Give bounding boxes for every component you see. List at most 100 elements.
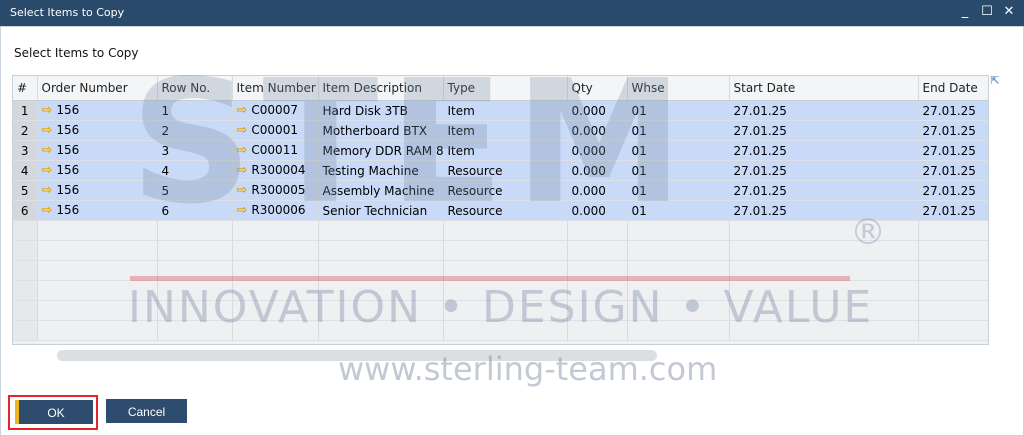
cell-item-description[interactable]: Motherboard BTX [318,120,444,141]
link-arrow-icon[interactable]: ⇨ [42,123,53,138]
empty-cell[interactable] [567,300,628,321]
cell-order-number[interactable]: ⇨ 156 [37,180,158,201]
maximize-icon[interactable]: ☐ [978,3,996,21]
cell-start-date[interactable]: 27.01.25 [729,160,919,181]
empty-cell[interactable] [318,320,444,341]
empty-cell[interactable] [627,220,730,241]
table-row[interactable]: 1 ⇨ 156 1 ⇨ C00007 Hard Disk 3TB Item 0.000 01 27.… [13,100,988,121]
empty-cell[interactable] [443,280,568,301]
empty-cell[interactable] [567,260,628,281]
column-header-item-description[interactable]: Item Description [318,76,444,101]
empty-cell[interactable] [443,220,568,241]
cell-start-date[interactable]: 27.01.25 [729,100,919,121]
cell-type[interactable]: Resource [443,180,568,201]
empty-cell[interactable] [918,260,988,281]
cell-item-description[interactable]: Memory DDR RAM 8G [318,140,444,161]
column-header-whse[interactable]: Whse [627,76,730,101]
cell-item-number[interactable]: ⇨ R300004 [232,160,319,181]
cell-item-number[interactable]: ⇨ R300006 [232,200,319,221]
empty-cell[interactable] [318,260,444,281]
empty-cell[interactable] [443,260,568,281]
empty-cell[interactable] [13,320,38,341]
cell-start-date[interactable]: 27.01.25 [729,200,919,221]
row-number[interactable]: 2 [13,120,38,141]
empty-cell[interactable] [157,260,233,281]
empty-cell[interactable] [627,320,730,341]
row-number[interactable]: 4 [13,160,38,181]
cell-row-no[interactable]: 6 [157,200,233,221]
cell-row-no[interactable]: 2 [157,120,233,141]
ok-button[interactable]: OK [15,400,93,424]
empty-cell[interactable] [157,240,233,261]
link-arrow-icon[interactable]: ⇨ [42,183,53,198]
empty-cell[interactable] [232,280,319,301]
empty-cell[interactable] [567,320,628,341]
empty-cell[interactable] [37,320,158,341]
empty-row[interactable] [13,280,988,301]
empty-cell[interactable] [232,320,319,341]
empty-cell[interactable] [13,260,38,281]
empty-cell[interactable] [627,280,730,301]
cell-item-number[interactable]: ⇨ C00001 [232,120,319,141]
table-row[interactable]: 5 ⇨ 156 5 ⇨ R300005 Assembly Machine Resource 0.… [13,180,988,201]
empty-cell[interactable] [157,280,233,301]
empty-cell[interactable] [567,220,628,241]
empty-row[interactable] [13,300,988,321]
cell-item-number[interactable]: ⇨ R300005 [232,180,319,201]
link-arrow-icon[interactable]: ⇨ [42,163,53,178]
column-header-item-number[interactable]: Item Number [232,76,319,101]
empty-cell[interactable] [918,300,988,321]
cell-end-date[interactable]: 27.01.25 [918,100,988,121]
empty-cell[interactable] [232,240,319,261]
cell-order-number[interactable]: ⇨ 156 [37,120,158,141]
link-arrow-icon[interactable]: ⇨ [237,103,248,118]
empty-row[interactable] [13,220,988,241]
empty-cell[interactable] [157,220,233,241]
cell-start-date[interactable]: 27.01.25 [729,140,919,161]
table-row[interactable]: 2 ⇨ 156 2 ⇨ C00001 Motherboard BTX Item 0.000 01 2… [13,120,988,141]
cell-type[interactable]: Resource [443,200,568,221]
cancel-button[interactable]: Cancel [106,399,187,423]
column-header-order-number[interactable]: Order Number [37,76,158,101]
link-arrow-icon[interactable]: ⇨ [237,123,248,138]
cell-end-date[interactable]: 27.01.25 [918,200,988,221]
cell-whse[interactable]: 01 [627,160,730,181]
empty-cell[interactable] [729,300,919,321]
horizontal-scrollbar[interactable] [57,350,657,361]
cell-qty[interactable]: 0.000 [567,120,628,141]
column-header-end-date[interactable]: End Date [918,76,988,101]
table-row[interactable]: 3 ⇨ 156 3 ⇨ C00011 Memory DDR RAM 8G Item 0.000 0… [13,140,988,161]
empty-cell[interactable] [627,260,730,281]
table-row[interactable]: 4 ⇨ 156 4 ⇨ R300004 Testing Machine Resource 0.0… [13,160,988,181]
cell-qty[interactable]: 0.000 [567,160,628,181]
link-arrow-icon[interactable]: ⇨ [237,143,248,158]
cell-end-date[interactable]: 27.01.25 [918,160,988,181]
cell-end-date[interactable]: 27.01.25 [918,180,988,201]
link-arrow-icon[interactable]: ⇨ [42,103,53,118]
minimize-icon[interactable]: _ [956,3,974,21]
cell-start-date[interactable]: 27.01.25 [729,120,919,141]
link-arrow-icon[interactable]: ⇨ [237,163,248,178]
empty-cell[interactable] [37,260,158,281]
cell-order-number[interactable]: ⇨ 156 [37,140,158,161]
row-number[interactable]: 6 [13,200,38,221]
cell-type[interactable]: Item [443,100,568,121]
empty-cell[interactable] [37,280,158,301]
cell-qty[interactable]: 0.000 [567,140,628,161]
empty-cell[interactable] [918,320,988,341]
cell-type[interactable]: Resource [443,160,568,181]
empty-cell[interactable] [37,300,158,321]
column-header-type[interactable]: Type [443,76,568,101]
empty-cell[interactable] [729,220,919,241]
cell-qty[interactable]: 0.000 [567,200,628,221]
empty-cell[interactable] [13,280,38,301]
empty-cell[interactable] [627,300,730,321]
cell-item-description[interactable]: Senior Technician [318,200,444,221]
empty-cell[interactable] [729,260,919,281]
cell-order-number[interactable]: ⇨ 156 [37,200,158,221]
empty-cell[interactable] [567,280,628,301]
link-arrow-icon[interactable]: ⇨ [237,183,248,198]
cell-start-date[interactable]: 27.01.25 [729,180,919,201]
empty-cell[interactable] [13,300,38,321]
empty-cell[interactable] [157,320,233,341]
